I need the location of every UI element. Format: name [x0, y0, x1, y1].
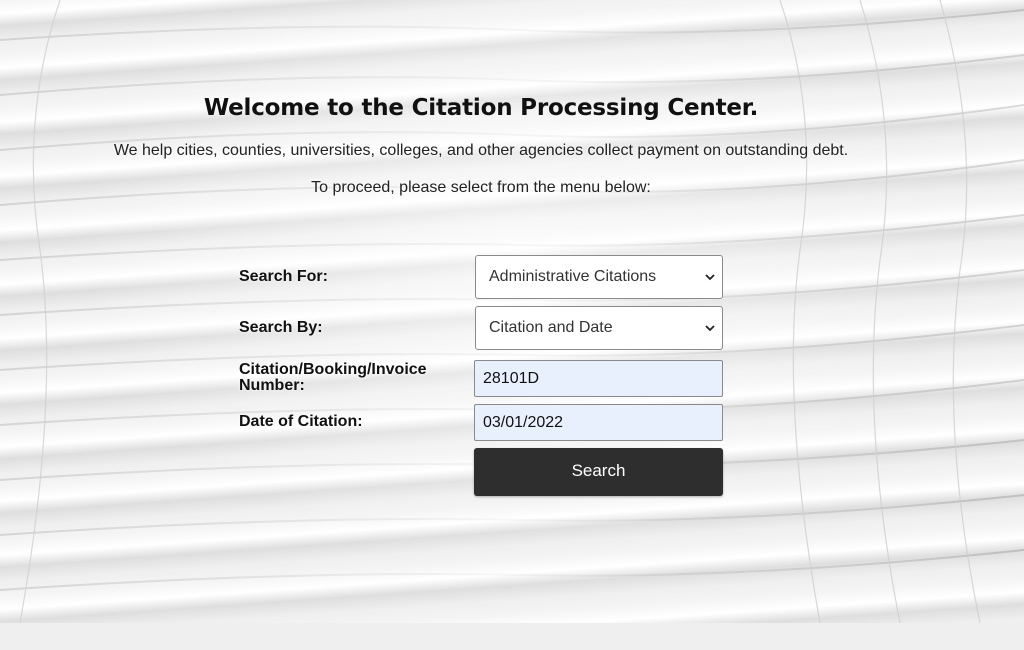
search-for-selected-value: Administrative Citations: [489, 268, 657, 285]
citation-number-label: Citation/Booking/Invoice Number:: [239, 361, 427, 394]
citation-date-label: Date of Citation:: [239, 413, 363, 430]
search-for-label: Search For:: [239, 268, 328, 285]
search-by-label: Search By:: [239, 319, 323, 336]
chevron-down-icon: [705, 325, 715, 332]
page-footer-strip: [0, 623, 1024, 650]
instruction-text: To proceed, please select from the menu …: [311, 179, 651, 196]
search-button[interactable]: Search: [474, 448, 723, 496]
page-title: Welcome to the Citation Processing Cente…: [203, 95, 759, 121]
intro-text: We help cities, counties, universities, …: [113, 142, 849, 159]
citation-date-field[interactable]: 03/01/2022: [474, 404, 723, 441]
search-by-select[interactable]: Citation and Date: [475, 306, 723, 350]
search-for-select[interactable]: Administrative Citations: [475, 255, 723, 299]
chevron-down-icon: [705, 274, 715, 281]
citation-number-field[interactable]: 28101D: [474, 360, 723, 397]
search-by-selected-value: Citation and Date: [489, 319, 613, 336]
